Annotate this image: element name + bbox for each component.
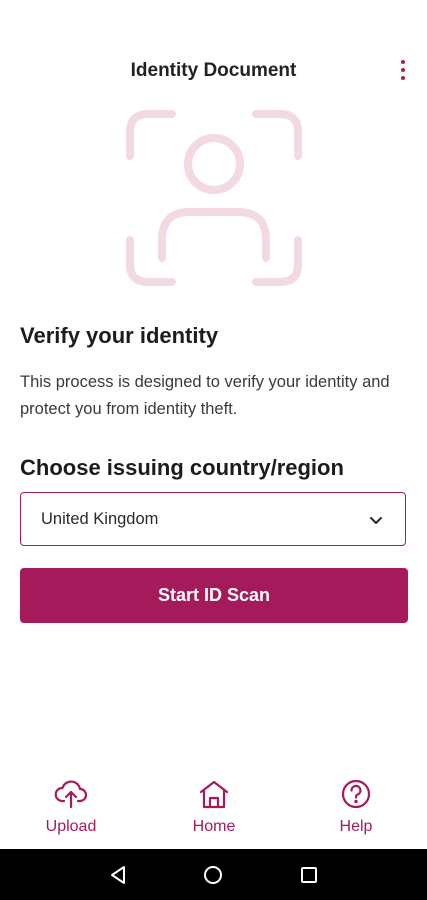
nav-item-home[interactable]: Home: [164, 778, 264, 844]
home-icon: [199, 780, 229, 809]
system-navigation-bar: [0, 849, 427, 900]
chevron-down-icon: [370, 517, 382, 524]
face-scan-icon: [124, 108, 304, 288]
page-title: Identity Document: [130, 60, 297, 81]
country-select[interactable]: United Kingdom: [20, 492, 406, 546]
country-heading: Choose issuing country/region: [20, 455, 344, 480]
start-id-scan-button[interactable]: Start ID Scan: [20, 568, 408, 623]
nav-label-help: Help: [339, 818, 373, 835]
recents-icon[interactable]: [300, 866, 318, 884]
home-circle-icon[interactable]: [203, 865, 223, 885]
app-header: Identity Document: [0, 48, 427, 96]
more-vertical-icon[interactable]: [393, 56, 413, 84]
verify-description: This process is designed to verify your …: [20, 373, 390, 418]
country-selected-value: United Kingdom: [41, 510, 159, 528]
verify-heading: Verify your identity: [20, 323, 219, 348]
nav-label-upload: Upload: [45, 818, 97, 835]
nav-label-home: Home: [192, 818, 236, 835]
nav-item-upload[interactable]: Upload: [21, 778, 121, 844]
back-icon[interactable]: [108, 865, 128, 885]
nav-item-help[interactable]: Help: [306, 778, 406, 844]
help-circle-icon: [341, 779, 371, 809]
cloud-upload-icon: [54, 780, 88, 809]
